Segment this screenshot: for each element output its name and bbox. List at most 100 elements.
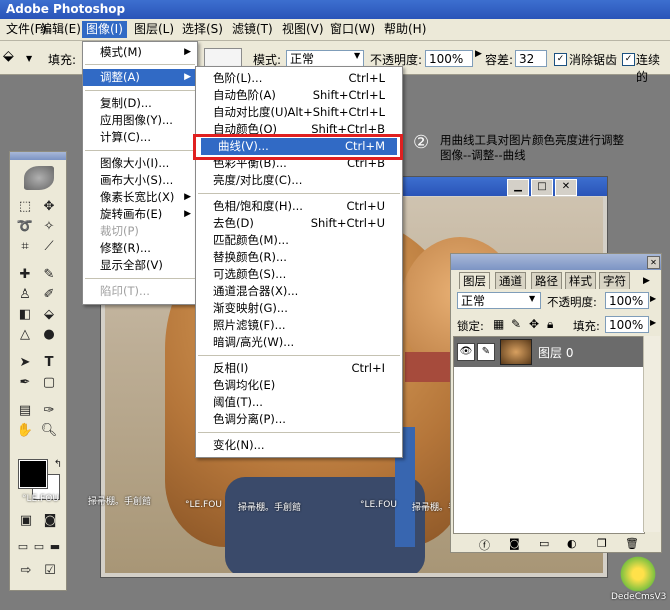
standard-mode-icon[interactable]: ▣: [15, 512, 37, 530]
foreground-color-swatch-front[interactable]: [18, 459, 48, 489]
healing-brush-icon[interactable]: ✚: [14, 266, 36, 284]
eyedropper-icon[interactable]: ✑: [38, 402, 60, 420]
layers-panel-title[interactable]: [451, 254, 661, 270]
adjustment-layer-icon[interactable]: ◐: [567, 537, 577, 550]
type-icon[interactable]: T: [38, 354, 60, 372]
menu-edit[interactable]: 编辑(E): [36, 21, 85, 38]
tab-layers[interactable]: 图层: [459, 272, 490, 289]
feather-icon[interactable]: [24, 166, 54, 190]
menu-item-brightness-contrast[interactable]: 亮度/对比度(C)...: [196, 172, 402, 189]
layer-row[interactable]: 👁︎ ✎ 图层 0: [454, 337, 644, 367]
tab-character[interactable]: 字符: [599, 272, 630, 289]
menu-item-hue-saturation[interactable]: 色相/饱和度(H)... Ctrl+U: [196, 198, 402, 215]
menu-window[interactable]: 窗口(W): [326, 21, 379, 38]
blur-icon[interactable]: △: [14, 326, 36, 344]
stamp-icon[interactable]: ♙: [14, 286, 36, 304]
menu-item-reveal-all[interactable]: 显示全部(V): [83, 257, 197, 274]
menu-item-invert[interactable]: 反相(I) Ctrl+I: [196, 360, 402, 377]
lock-transparency-icon[interactable]: ▦: [493, 317, 504, 331]
paint-bucket-icon[interactable]: ⬙: [3, 48, 14, 64]
menu-item-calculations[interactable]: 计算(C)...: [83, 129, 197, 146]
menu-item-duplicate[interactable]: 复制(D)...: [83, 95, 197, 112]
layers-scrollbar[interactable]: [643, 336, 660, 532]
menu-item-selective-color[interactable]: 可选颜色(S)...: [196, 266, 402, 283]
menu-item-posterize[interactable]: 色调分离(P)...: [196, 411, 402, 428]
tolerance-field[interactable]: 32: [515, 50, 547, 67]
menu-item-rotate-canvas[interactable]: 旋转画布(E) ▶: [83, 206, 197, 223]
menu-item-mode[interactable]: 模式(M) ▶: [83, 44, 197, 61]
menu-item-variations[interactable]: 变化(N)...: [196, 437, 402, 454]
opacity-field[interactable]: 100%: [425, 50, 473, 67]
menu-item-channel-mixer[interactable]: 通道混合器(X)...: [196, 283, 402, 300]
menu-image[interactable]: 图像(I): [82, 21, 127, 38]
mode-select[interactable]: 正常: [286, 50, 364, 67]
menu-item-adjust[interactable]: 调整(A) ▶: [83, 69, 197, 86]
menu-item-match-color[interactable]: 匹配颜色(M)...: [196, 232, 402, 249]
magic-wand-icon[interactable]: ✧: [38, 218, 60, 236]
menu-item-pixel-aspect[interactable]: 像素长宽比(X) ▶: [83, 189, 197, 206]
menu-item-photo-filter[interactable]: 照片滤镜(F)...: [196, 317, 402, 334]
antialias-checkbox[interactable]: ✓: [554, 53, 567, 66]
menu-item-threshold[interactable]: 阈值(T)...: [196, 394, 402, 411]
menu-select[interactable]: 选择(S): [178, 21, 227, 38]
screen-mode-full-icon[interactable]: ▬: [44, 538, 66, 556]
menu-item-canvas-size[interactable]: 画布大小(S)...: [83, 172, 197, 189]
menu-item-desaturate[interactable]: 去色(D) Shift+Ctrl+U: [196, 215, 402, 232]
brush-link-icon[interactable]: ✎: [477, 343, 495, 361]
crop-icon[interactable]: ⌗: [14, 238, 36, 256]
eraser-icon[interactable]: ◧: [14, 306, 36, 324]
menu-item-shadow-highlight[interactable]: 暗调/高光(W)...: [196, 334, 402, 351]
menu-item-apply-image[interactable]: 应用图像(Y)...: [83, 112, 197, 129]
ready-icon[interactable]: ☑: [39, 562, 61, 580]
dodge-icon[interactable]: ●: [38, 326, 60, 344]
lasso-icon[interactable]: ➰: [14, 218, 36, 236]
slice-icon[interactable]: ⟋: [38, 238, 60, 256]
layer-style-icon[interactable]: ⓕ: [479, 537, 490, 553]
menu-item-replace-color[interactable]: 替换颜色(R)...: [196, 249, 402, 266]
zoom-icon[interactable]: 🔍︎: [38, 422, 60, 440]
move-icon[interactable]: ✥: [38, 198, 60, 216]
menu-item-equalize[interactable]: 色调均化(E): [196, 377, 402, 394]
imageready-jump-icon[interactable]: ⇨: [15, 562, 37, 580]
menu-filter[interactable]: 滤镜(T): [228, 21, 277, 38]
menu-item-auto-levels[interactable]: 自动色阶(A) Shift+Ctrl+L: [196, 87, 402, 104]
flyout-arrow-icon[interactable]: ▶: [650, 318, 656, 327]
chevron-down-icon[interactable]: ▼: [26, 54, 32, 63]
lock-pixels-icon[interactable]: ✎: [511, 317, 521, 331]
minimize-icon[interactable]: ▁: [507, 179, 529, 196]
hand-icon[interactable]: ✋: [14, 422, 36, 440]
menu-layer[interactable]: 图层(L): [130, 21, 178, 38]
swap-colors-icon[interactable]: ↰: [47, 456, 69, 474]
pen-icon[interactable]: ✒: [14, 374, 36, 392]
panel-close-icon[interactable]: ✕: [647, 256, 660, 269]
lock-all-icon[interactable]: 🔒︎: [547, 317, 553, 332]
menu-item-levels[interactable]: 色阶(L)... Ctrl+L: [196, 70, 402, 87]
contiguous-checkbox[interactable]: ✓: [622, 53, 635, 66]
menu-item-trim[interactable]: 修整(R)...: [83, 240, 197, 257]
close-icon[interactable]: ✕: [555, 179, 577, 196]
marquee-icon[interactable]: ⬚: [14, 198, 36, 216]
tab-paths[interactable]: 路径: [531, 272, 562, 289]
notes-icon[interactable]: ▤: [14, 402, 36, 420]
maximize-icon[interactable]: □: [531, 179, 553, 196]
new-group-icon[interactable]: ▭: [539, 537, 549, 550]
flyout-arrow-icon[interactable]: ▶: [650, 294, 656, 303]
paint-bucket-tool-icon[interactable]: ⬙: [38, 306, 60, 324]
flyout-arrow-icon[interactable]: ▶: [475, 49, 482, 59]
eye-icon[interactable]: 👁︎: [457, 343, 475, 361]
history-brush-icon[interactable]: ✐: [38, 286, 60, 304]
layer-mask-icon[interactable]: ◙: [509, 537, 520, 550]
tab-styles[interactable]: 样式: [565, 272, 596, 289]
path-select-icon[interactable]: ➤: [14, 354, 36, 372]
menu-view[interactable]: 视图(V): [278, 21, 328, 38]
menu-item-auto-contrast[interactable]: 自动对比度(U) Alt+Shift+Ctrl+L: [196, 104, 402, 121]
layer-opacity-field[interactable]: 100%: [605, 292, 649, 309]
layer-fill-field[interactable]: 100%: [605, 316, 649, 333]
brush-icon[interactable]: ✎: [38, 266, 60, 284]
shape-icon[interactable]: ▢: [38, 374, 60, 392]
menu-item-gradient-map[interactable]: 渐变映射(G)...: [196, 300, 402, 317]
quick-mask-icon[interactable]: ◙: [39, 512, 61, 530]
menu-help[interactable]: 帮助(H): [380, 21, 430, 38]
panel-menu-icon[interactable]: ▶: [643, 276, 650, 286]
menu-item-image-size[interactable]: 图像大小(I)...: [83, 155, 197, 172]
